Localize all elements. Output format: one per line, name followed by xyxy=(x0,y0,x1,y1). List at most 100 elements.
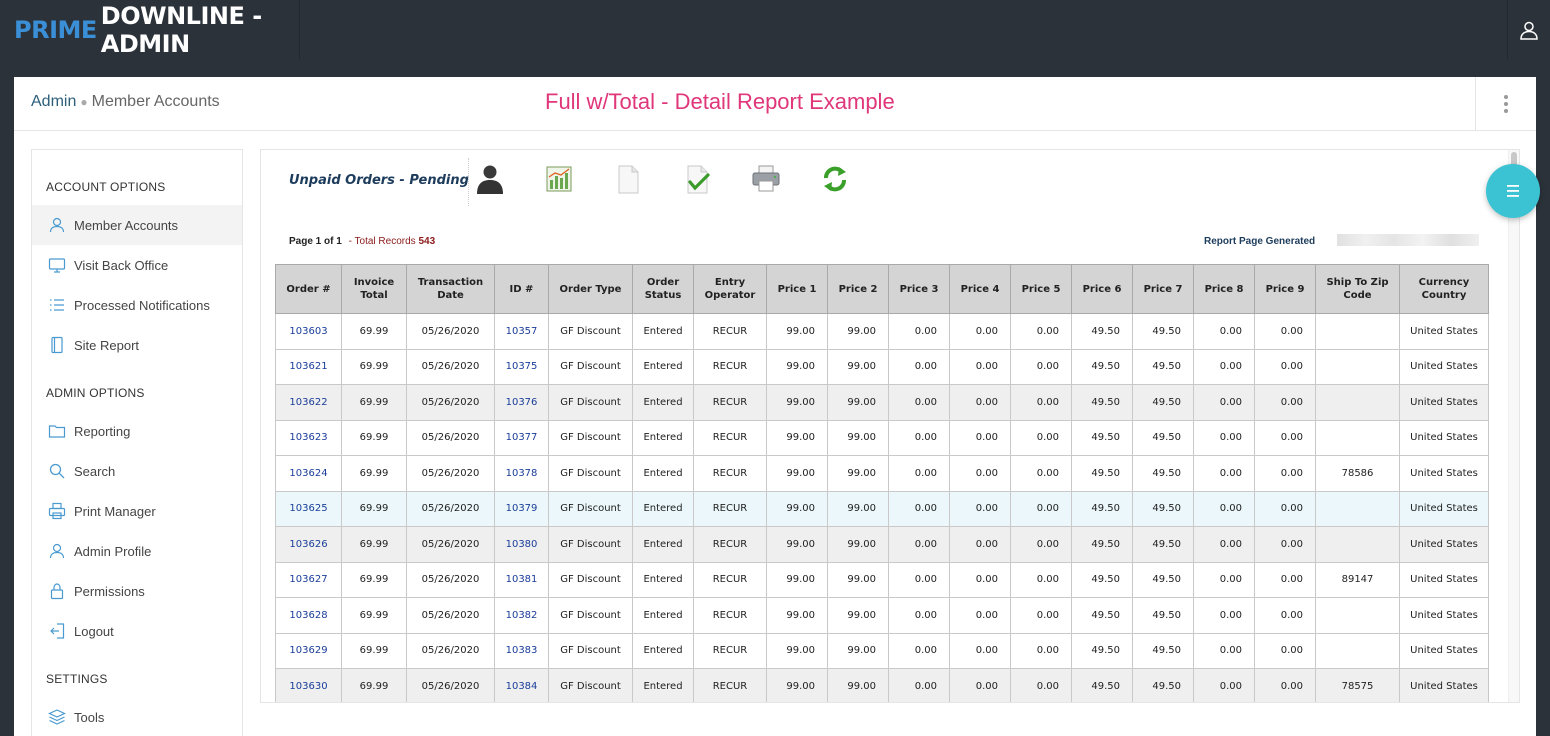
column-header[interactable]: Invoice Total xyxy=(341,264,407,314)
table-row[interactable]: 103623 69.99 05/26/2020 10377 GF Discount Ent… xyxy=(275,419,1489,456)
table-row[interactable]: 103621 69.99 05/26/2020 10375 GF Discount Ent… xyxy=(275,348,1489,385)
sidebar-item-admin-profile[interactable]: Admin Profile xyxy=(32,531,242,571)
sidebar-item-site-report[interactable]: Site Report xyxy=(32,325,242,365)
order-number-link[interactable]: 103603 xyxy=(289,326,327,337)
order-number-link[interactable]: 103628 xyxy=(289,610,327,621)
member-id-link[interactable]: 10375 xyxy=(506,361,538,372)
table-cell: 10375 xyxy=(494,348,549,385)
person-icon[interactable] xyxy=(473,162,507,196)
order-number-link[interactable]: 103626 xyxy=(289,539,327,550)
table-row[interactable]: 103622 69.99 05/26/2020 10376 GF Discount Ent… xyxy=(275,384,1489,421)
table-cell: 99.00 xyxy=(766,419,828,456)
column-header[interactable]: ID # xyxy=(494,264,549,314)
order-number-link[interactable]: 103621 xyxy=(289,361,327,372)
column-header[interactable]: Order Type xyxy=(548,264,633,314)
order-number-link[interactable]: 103629 xyxy=(289,645,327,656)
sidebar-item-label: Visit Back Office xyxy=(74,257,169,273)
brand-logo[interactable]: PRIME DOWNLINE - ADMIN xyxy=(0,0,300,60)
table-cell: 99.00 xyxy=(827,597,889,634)
column-header[interactable]: Price 8 xyxy=(1193,264,1255,314)
column-header[interactable]: Price 6 xyxy=(1071,264,1133,314)
table-row[interactable]: 103627 69.99 05/26/2020 10381 GF Discount Ent… xyxy=(275,561,1489,598)
user-menu-button[interactable] xyxy=(1507,0,1550,60)
column-header[interactable]: Price 2 xyxy=(827,264,889,314)
column-header[interactable]: Currency Country xyxy=(1399,264,1489,314)
table-cell: Entered xyxy=(632,490,694,527)
sidebar-item-label: Member Accounts xyxy=(74,217,179,233)
table-cell: GF Discount xyxy=(548,561,633,598)
table-cell: 0.00 xyxy=(1193,561,1255,598)
order-number-link[interactable]: 103630 xyxy=(289,681,327,692)
member-id-link[interactable]: 10376 xyxy=(506,397,538,408)
table-row[interactable]: 103624 69.99 05/26/2020 10378 GF Discount Ent… xyxy=(275,455,1489,492)
order-number-link[interactable]: 103627 xyxy=(289,574,327,585)
column-header[interactable]: Price 7 xyxy=(1132,264,1194,314)
member-id-link[interactable]: 10381 xyxy=(506,574,538,585)
table-cell: 99.00 xyxy=(766,384,828,421)
sidebar-item-reporting[interactable]: Reporting xyxy=(32,411,242,451)
order-number-link[interactable]: 103623 xyxy=(289,432,327,443)
column-header[interactable]: Price 5 xyxy=(1010,264,1072,314)
member-id-link[interactable]: 10377 xyxy=(506,432,538,443)
table-row[interactable]: 103629 69.99 05/26/2020 10383 GF Discount Ent… xyxy=(275,632,1489,669)
order-number-link[interactable]: 103622 xyxy=(289,397,327,408)
member-id-link[interactable]: 10357 xyxy=(506,326,538,337)
monitor-icon xyxy=(48,258,66,273)
column-header[interactable]: Price 3 xyxy=(888,264,950,314)
sidebar-item-permissions[interactable]: Permissions xyxy=(32,571,242,611)
checked-page-icon[interactable] xyxy=(680,162,714,196)
table-row[interactable]: 103630 69.99 05/26/2020 10384 GF Discount Ent… xyxy=(275,668,1489,702)
table-cell: 103627 xyxy=(275,561,342,598)
user-icon xyxy=(49,543,65,559)
sidebar-item-visit-back-office[interactable]: Visit Back Office xyxy=(32,245,242,285)
breadcrumb: Admin ● Member Accounts xyxy=(31,93,220,111)
refresh-icon[interactable] xyxy=(818,162,852,196)
member-id-link[interactable]: 10384 xyxy=(506,681,538,692)
blank-page-icon[interactable] xyxy=(611,162,645,196)
sidebar-item-print-manager[interactable]: Print Manager xyxy=(32,491,242,531)
sidebar-item-tools[interactable]: Tools xyxy=(32,697,242,736)
chart-icon[interactable] xyxy=(542,162,576,196)
more-options-button[interactable] xyxy=(1475,77,1536,130)
table-cell: 69.99 xyxy=(341,419,407,456)
member-id-link[interactable]: 10380 xyxy=(506,539,538,550)
table-cell: 78586 xyxy=(1315,455,1400,492)
member-id-link[interactable]: 10382 xyxy=(506,610,538,621)
table-cell: 10382 xyxy=(494,597,549,634)
order-number-link[interactable]: 103625 xyxy=(289,503,327,514)
floating-menu-button[interactable] xyxy=(1486,164,1540,218)
sidebar-item-processed-notifications[interactable]: Processed Notifications xyxy=(32,285,242,325)
sidebar-item-member-accounts[interactable]: Member Accounts xyxy=(32,205,242,245)
report-scrollbar[interactable] xyxy=(1508,150,1519,702)
table-cell: GF Discount xyxy=(548,419,633,456)
sidebar-item-search[interactable]: Search xyxy=(32,451,242,491)
member-id-link[interactable]: 10379 xyxy=(506,503,538,514)
order-number-link[interactable]: 103624 xyxy=(289,468,327,479)
table-cell: 0.00 xyxy=(1193,384,1255,421)
member-id-link[interactable]: 10378 xyxy=(506,468,538,479)
table-row[interactable]: 103626 69.99 05/26/2020 10380 GF Discount Ent… xyxy=(275,526,1489,563)
document-icon xyxy=(51,336,63,354)
table-cell: 0.00 xyxy=(1010,561,1072,598)
logout-icon xyxy=(50,623,65,639)
table-row[interactable]: 103625 69.99 05/26/2020 10379 GF Discount Ent… xyxy=(275,490,1489,527)
column-header[interactable]: Order Status xyxy=(632,264,694,314)
column-header[interactable]: Price 4 xyxy=(949,264,1011,314)
column-header[interactable]: Entry Operator xyxy=(693,264,767,314)
column-header[interactable]: Price 9 xyxy=(1254,264,1316,314)
table-cell: 0.00 xyxy=(949,384,1011,421)
table-cell: RECUR xyxy=(693,313,767,350)
table-row[interactable]: 103628 69.99 05/26/2020 10382 GF Discount Ent… xyxy=(275,597,1489,634)
table-cell: 0.00 xyxy=(888,526,950,563)
sidebar-item-logout[interactable]: Logout xyxy=(32,611,242,651)
column-header[interactable]: Transaction Date xyxy=(406,264,495,314)
member-id-link[interactable]: 10383 xyxy=(506,645,538,656)
breadcrumb-admin-link[interactable]: Admin xyxy=(31,93,76,110)
column-header[interactable]: Price 1 xyxy=(766,264,828,314)
column-header[interactable]: Ship To Zip Code xyxy=(1315,264,1400,314)
sidebar-item-label: Reporting xyxy=(74,423,131,439)
column-header[interactable]: Order # xyxy=(275,264,342,314)
table-cell xyxy=(1315,384,1400,421)
printer-icon[interactable] xyxy=(749,162,783,196)
table-row[interactable]: 103603 69.99 05/26/2020 10357 GF Discount Ent… xyxy=(275,313,1489,350)
